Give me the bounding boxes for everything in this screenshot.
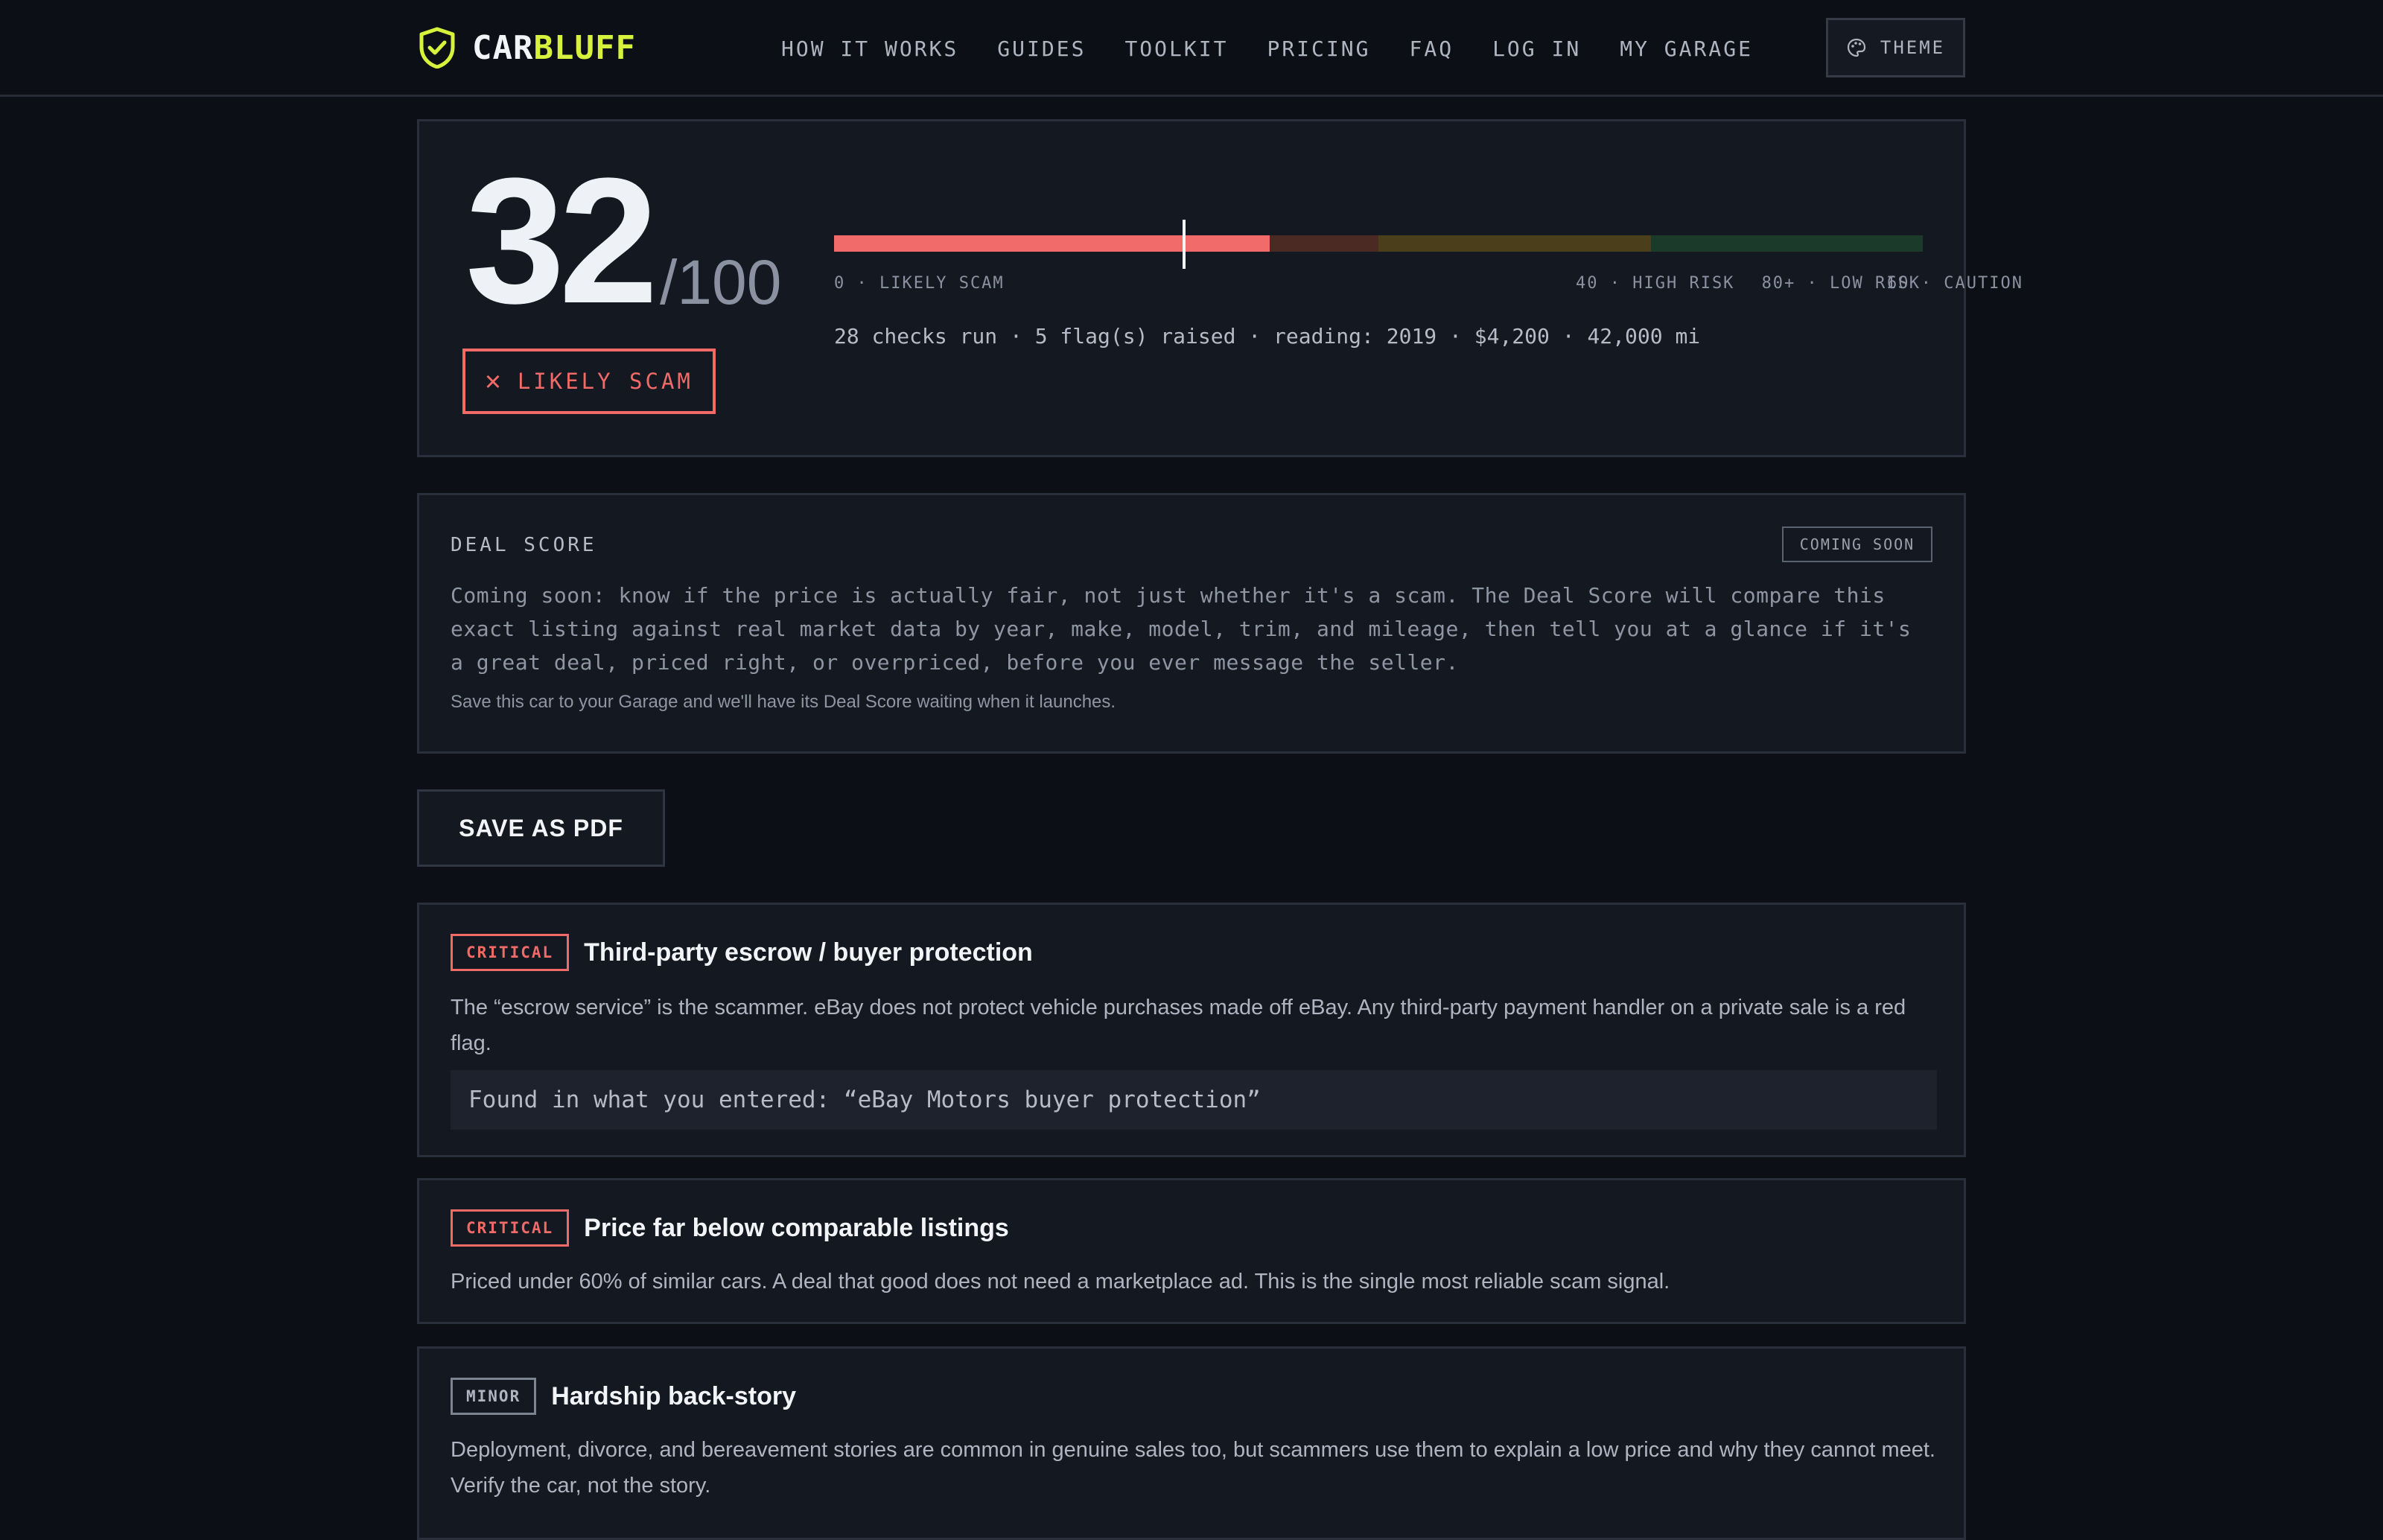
deal-score-note: Save this car to your Garage and we'll h… — [451, 692, 1116, 712]
meter-segment-low-risk — [1650, 235, 1923, 252]
score-display: 32 /100 — [465, 141, 782, 340]
flag-title: Hardship back-story — [551, 1381, 796, 1410]
scam-score-panel: 32 /100 ✕ LIKELY SCAM 0 · LIKELY SCAM 40… — [417, 119, 2022, 457]
flag-card: MINOR Hardship back-story Deployment, di… — [417, 1346, 1966, 1540]
nav-how-it-works[interactable]: HOW IT WORKS — [781, 36, 958, 61]
flag-description: Priced under 60% of similar cars. A deal… — [451, 1270, 1670, 1294]
flag-card: CRITICAL Price far below comparable list… — [417, 1178, 1966, 1324]
site-header: CARBLUFF HOW IT WORKS GUIDES TOOLKIT PRI… — [0, 0, 2383, 97]
severity-badge: CRITICAL — [451, 934, 570, 971]
verdict-label: LIKELY SCAM — [517, 369, 693, 394]
score-denominator: /100 — [659, 247, 782, 317]
severity-badge: MINOR — [451, 1378, 537, 1415]
palette-icon — [1847, 38, 1865, 57]
flag-header: CRITICAL Third-party escrow / buyer prot… — [451, 933, 1033, 972]
flag-description: The “escrow service” is the scammer. eBa… — [451, 996, 1906, 1055]
brand-part-2: BLUFF — [533, 28, 636, 67]
nav-log-in[interactable]: LOG IN — [1492, 36, 1581, 61]
flag-card: CRITICAL Third-party escrow / buyer prot… — [417, 903, 1966, 1157]
close-icon: ✕ — [485, 366, 501, 396]
flag-header: CRITICAL Price far below comparable list… — [451, 1209, 1009, 1247]
check-stats: 28 checks run · 5 flag(s) raised · readi… — [834, 324, 1701, 349]
logo[interactable]: CARBLUFF — [419, 25, 636, 70]
deal-score-title: DEAL SCORE — [451, 534, 597, 556]
meter-fill — [834, 235, 1270, 252]
save-as-pdf-button[interactable]: SAVE AS PDF — [417, 789, 665, 867]
severity-badge: CRITICAL — [451, 1209, 570, 1247]
verdict-badge: ✕ LIKELY SCAM — [462, 349, 716, 414]
score-value: 32 — [465, 141, 658, 340]
brand-name: CARBLUFF — [472, 29, 636, 67]
shield-check-icon — [419, 27, 455, 69]
nav-my-garage[interactable]: MY GARAGE — [1620, 36, 1753, 61]
flag-description: Deployment, divorce, and bereavement sto… — [451, 1438, 1935, 1498]
theme-button[interactable]: THEME — [1826, 18, 1965, 77]
brand-part-1: CAR — [472, 28, 534, 67]
nav-pricing[interactable]: PRICING — [1267, 36, 1370, 61]
coming-soon-badge: COMING SOON — [1782, 526, 1932, 562]
deal-score-description: Coming soon: know if the price is actual… — [451, 583, 1912, 675]
score-marker — [1183, 220, 1186, 269]
scale-label-likely-scam: 0 · LIKELY SCAM — [834, 274, 1005, 293]
found-evidence: Found in what you entered: “eBay Motors … — [451, 1070, 1937, 1130]
main-nav: HOW IT WORKS GUIDES TOOLKIT PRICING FAQ … — [781, 33, 1753, 64]
deal-score-panel: DEAL SCORE COMING SOON Coming soon: know… — [417, 493, 1966, 754]
nav-faq[interactable]: FAQ — [1409, 36, 1454, 61]
nav-toolkit[interactable]: TOOLKIT — [1124, 36, 1228, 61]
meter-segment-caution — [1378, 235, 1651, 252]
scale-label-low-risk: 80+ · LOW RISK — [1761, 274, 1921, 293]
flag-title: Third-party escrow / buyer protection — [584, 938, 1033, 967]
flag-title: Price far below comparable listings — [584, 1213, 1009, 1242]
scale-label-high-risk: 40 · HIGH RISK — [1576, 274, 1735, 293]
flag-header: MINOR Hardship back-story — [451, 1377, 796, 1416]
theme-button-label: THEME — [1880, 37, 1946, 58]
nav-guides[interactable]: GUIDES — [997, 36, 1086, 61]
